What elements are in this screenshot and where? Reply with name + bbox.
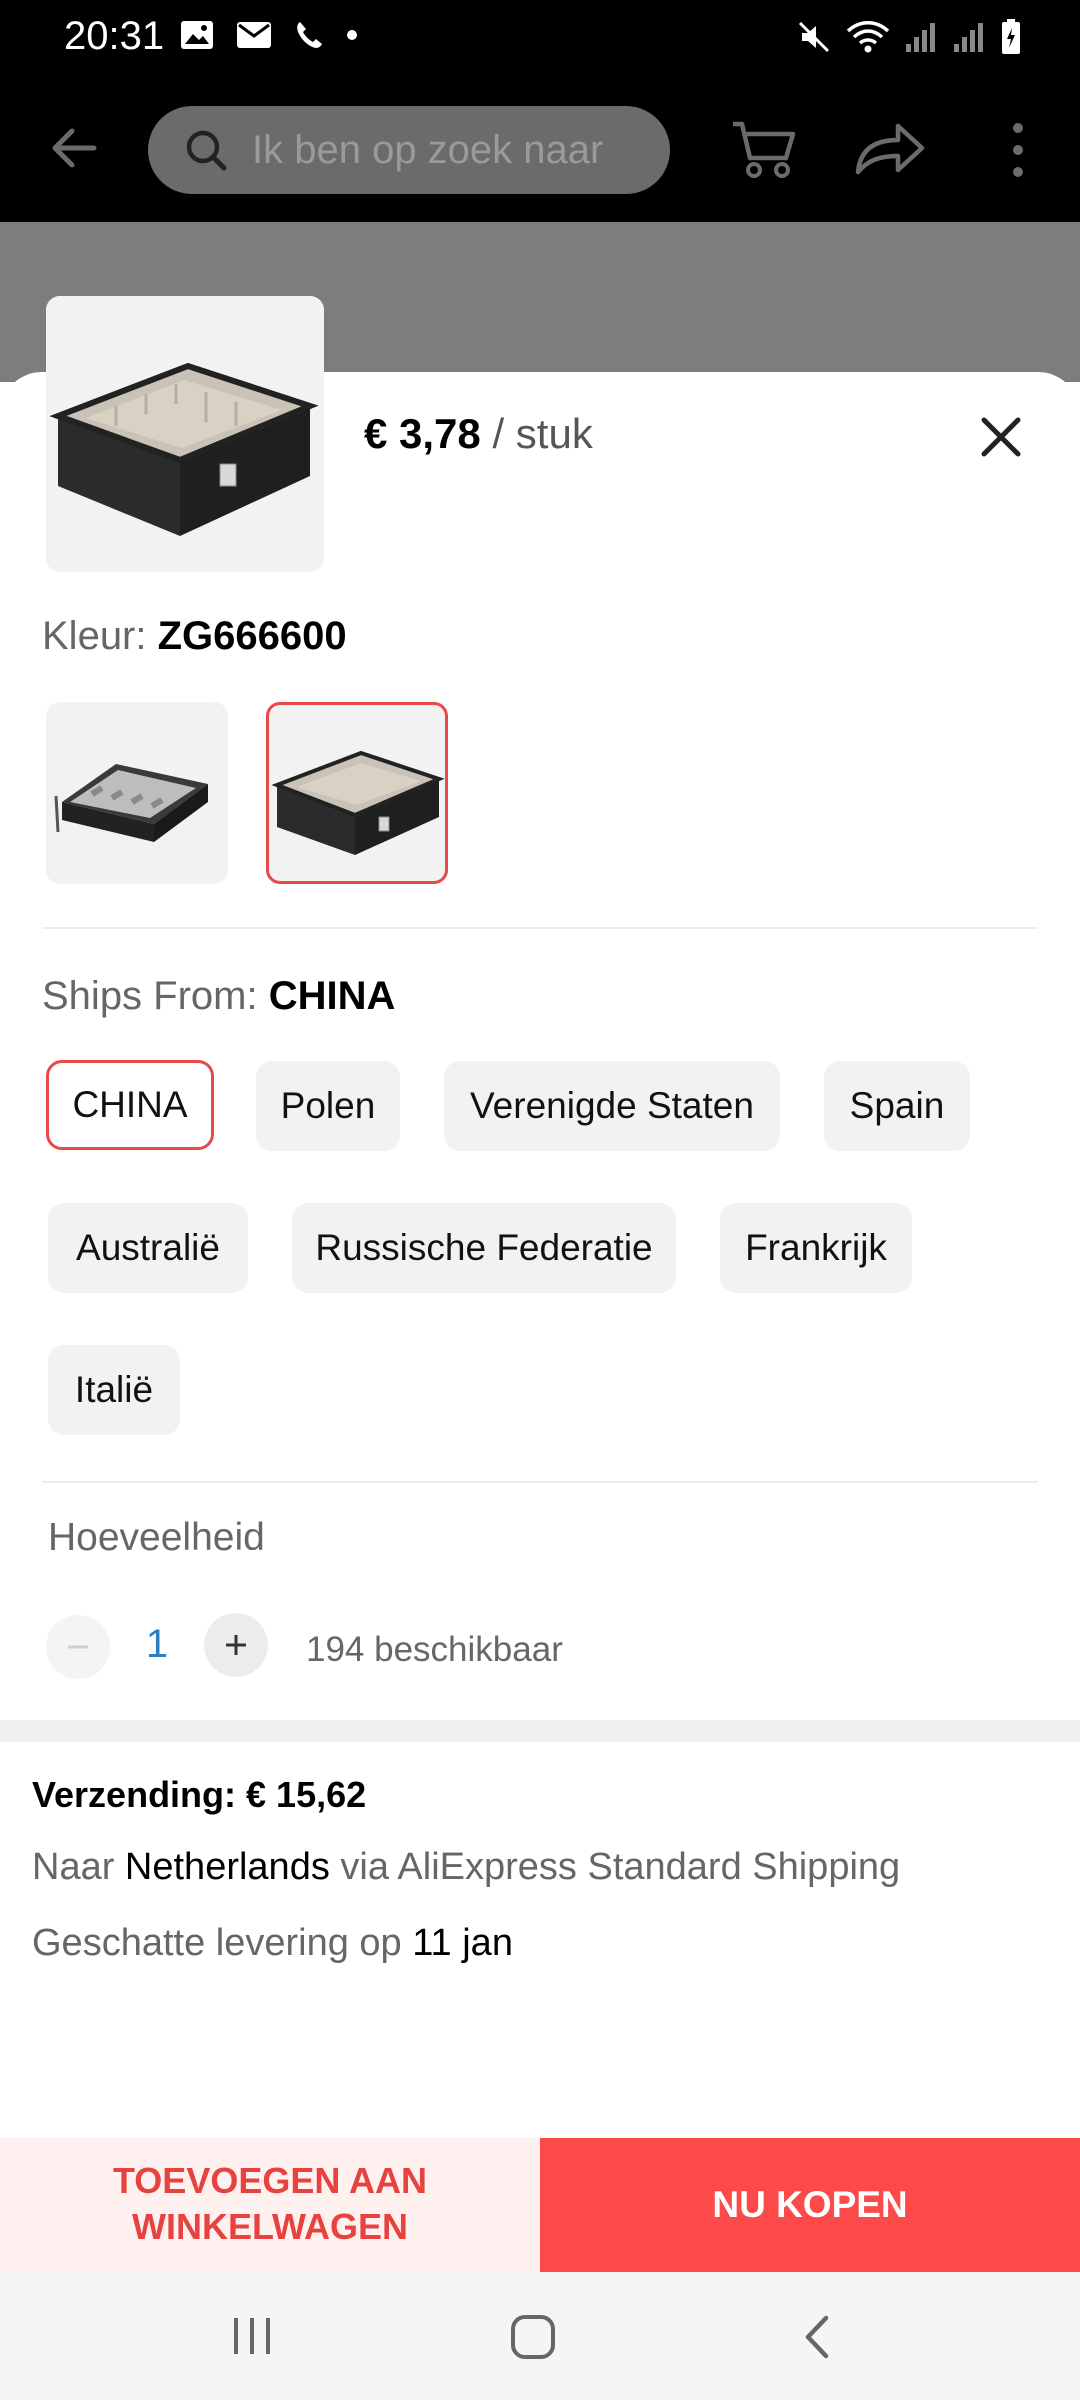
wifi-icon bbox=[846, 21, 890, 53]
ships-from-option-spain[interactable]: Spain bbox=[824, 1061, 970, 1151]
quantity-increase-button[interactable] bbox=[204, 1613, 268, 1677]
ships-from-option-polen[interactable]: Polen bbox=[256, 1061, 400, 1151]
back-icon[interactable] bbox=[800, 2312, 834, 2362]
share-icon[interactable] bbox=[854, 120, 926, 176]
shipping-destination: Naar Netherlands via AliExpress Standard… bbox=[32, 1846, 900, 1889]
ships-from-option-frankrijk[interactable]: Frankrijk bbox=[720, 1203, 912, 1293]
ships-from-value: CHINA bbox=[268, 974, 396, 1018]
minus-icon bbox=[68, 1645, 88, 1649]
system-navigation-bar bbox=[0, 2272, 1080, 2400]
price-amount: € 3,78 bbox=[364, 410, 481, 457]
quantity-value[interactable]: 1 bbox=[140, 1622, 174, 1667]
add-to-cart-button[interactable]: TOEVOEGEN AAN WINKELWAGEN bbox=[0, 2138, 540, 2272]
ships-from-option-verenigde-staten[interactable]: Verenigde Staten bbox=[444, 1061, 780, 1151]
stock-available: 194 beschikbaar bbox=[306, 1630, 563, 1669]
mute-icon bbox=[798, 21, 830, 53]
signal-icon bbox=[954, 23, 983, 52]
delivery-date: 11 jan bbox=[412, 1922, 513, 1964]
estimated-delivery: Geschatte levering op 11 jan bbox=[32, 1922, 513, 1965]
app-bar: Ik ben op zoek naar bbox=[0, 76, 1080, 222]
watch-box-image bbox=[46, 296, 324, 572]
search-placeholder: Ik ben op zoek naar bbox=[252, 128, 604, 172]
add-to-cart-label-line1: TOEVOEGEN AAN bbox=[112, 2160, 428, 2201]
phone-icon bbox=[297, 22, 322, 48]
shipping-country[interactable]: Netherlands bbox=[125, 1846, 330, 1888]
status-bar: 20:31 bbox=[0, 0, 1080, 76]
color-value: ZG666600 bbox=[157, 614, 347, 658]
notification-icons bbox=[180, 20, 358, 50]
divider bbox=[42, 927, 1038, 929]
status-time: 20:31 bbox=[64, 14, 165, 58]
shipping-destination-prefix: Naar bbox=[32, 1846, 125, 1888]
ships-from-option-italie[interactable]: Italië bbox=[48, 1345, 180, 1435]
ships-from-option-australie[interactable]: Australië bbox=[48, 1203, 248, 1293]
image-icon bbox=[181, 21, 213, 49]
ships-from-label-text: Ships From: bbox=[42, 974, 269, 1018]
shipping-cost: Verzending: € 15,62 bbox=[32, 1774, 367, 1815]
close-icon[interactable] bbox=[976, 412, 1026, 462]
box-case-image bbox=[271, 750, 445, 855]
color-label-text: Kleur: bbox=[42, 614, 158, 658]
color-variant-zip-case[interactable] bbox=[46, 702, 228, 884]
dot-icon bbox=[347, 30, 357, 40]
buy-now-button[interactable]: NU KOPEN bbox=[540, 2138, 1080, 2272]
signal-icon bbox=[906, 23, 935, 52]
quantity-label: Hoeveelheid bbox=[48, 1516, 265, 1559]
mail-icon bbox=[237, 22, 271, 48]
zip-case-image bbox=[54, 764, 208, 842]
unit-price: € 3,78 / stuk bbox=[364, 410, 593, 458]
system-icons bbox=[796, 18, 1022, 56]
quantity-decrease-button[interactable] bbox=[46, 1615, 110, 1679]
battery-icon bbox=[1002, 19, 1020, 54]
section-separator bbox=[0, 1720, 1080, 1742]
more-vertical-icon[interactable] bbox=[1000, 120, 1036, 180]
color-variant-box-case[interactable] bbox=[266, 702, 448, 884]
color-label: Kleur: ZG666600 bbox=[42, 614, 347, 659]
ships-from-label: Ships From: CHINA bbox=[42, 974, 395, 1019]
ships-from-option-china[interactable]: CHINA bbox=[46, 1060, 214, 1150]
ships-from-option-russische-federatie[interactable]: Russische Federatie bbox=[292, 1203, 676, 1293]
shipping-method: via AliExpress Standard Shipping bbox=[329, 1846, 901, 1888]
add-to-cart-label-line2: WINKELWAGEN bbox=[132, 2206, 408, 2247]
divider bbox=[42, 1481, 1038, 1483]
plus-icon bbox=[226, 1635, 246, 1655]
search-icon bbox=[186, 130, 227, 171]
price-unit: / stuk bbox=[480, 410, 593, 457]
recent-apps-icon[interactable] bbox=[228, 2314, 276, 2358]
back-arrow-icon[interactable] bbox=[44, 118, 104, 178]
product-thumbnail bbox=[46, 296, 324, 572]
search-bar[interactable]: Ik ben op zoek naar bbox=[148, 106, 670, 194]
home-icon[interactable] bbox=[508, 2312, 558, 2362]
cart-icon[interactable] bbox=[730, 116, 800, 180]
estimated-delivery-prefix: Geschatte levering op bbox=[32, 1922, 413, 1964]
